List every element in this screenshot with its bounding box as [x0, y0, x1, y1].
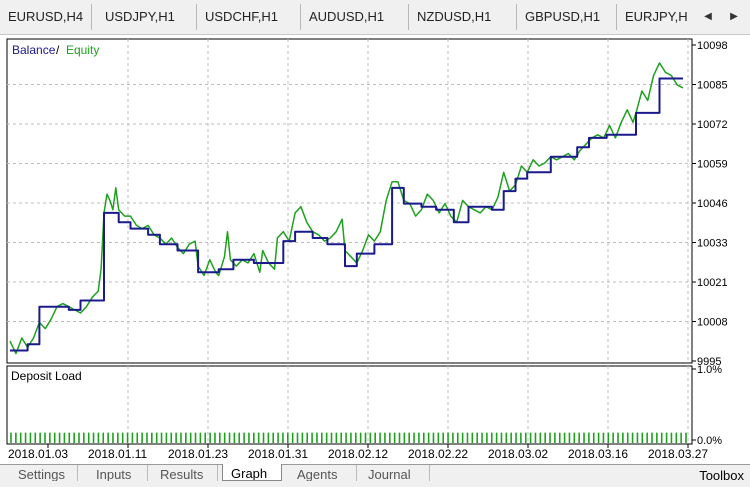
- y-tick-label: 10059: [697, 159, 728, 171]
- arrow-right-icon[interactable]: ▶: [726, 8, 742, 26]
- tab-symbol-3[interactable]: AUDUSD,H1: [301, 4, 409, 30]
- tab-agents[interactable]: Agents: [289, 465, 357, 481]
- arrow-left-icon[interactable]: ◀: [700, 8, 716, 26]
- legend-balance: Balance: [12, 43, 56, 57]
- load-tick-label: 0.0%: [697, 435, 722, 447]
- symbol-tab-bar: EURUSD,H4 USDJPY,H1 USDCHF,H1 AUDUSD,H1 …: [0, 0, 750, 34]
- bottom-tab-bar: Settings Inputs Results Graph Agents Jou…: [0, 464, 750, 483]
- tab-symbol-1[interactable]: USDJPY,H1: [97, 4, 197, 30]
- x-tick-label: 2018.02.22: [408, 447, 468, 461]
- legend-equity: Equity: [66, 43, 99, 57]
- tab-settings[interactable]: Settings: [10, 465, 78, 481]
- tab-inputs[interactable]: Inputs: [88, 465, 148, 481]
- deposit-load-title: Deposit Load: [11, 369, 82, 383]
- chart-canvas[interactable]: 10098 10085 10072 10059 10046 10033 10021 10008…: [0, 35, 750, 465]
- x-tick-label: 2018.03.02: [488, 447, 548, 461]
- y-tick-label: 10021: [697, 277, 728, 289]
- x-tick-label: 2018.01.23: [168, 447, 228, 461]
- tab-journal[interactable]: Journal: [360, 465, 430, 481]
- tab-results[interactable]: Results: [152, 465, 218, 481]
- tab-graph[interactable]: Graph: [222, 464, 282, 481]
- load-tick-label: 1.0%: [697, 364, 722, 376]
- load-plot-frame: [6, 365, 693, 445]
- y-tick-label: 10098: [697, 40, 728, 52]
- x-tick-label: 2018.02.12: [328, 447, 388, 461]
- tab-symbol-5[interactable]: GBPUSD,H1: [517, 4, 617, 30]
- tester-graph: 10098 10085 10072 10059 10046 10033 10021 10008…: [0, 34, 750, 465]
- y-tick-label: 10008: [697, 317, 728, 329]
- x-tick-label: 2018.01.31: [248, 447, 308, 461]
- x-tick-label: 2018.01.03: [8, 447, 68, 461]
- y-tick-label: 10085: [697, 80, 728, 92]
- y-tick-label: 10072: [697, 119, 728, 131]
- y-tick-label: 10033: [697, 238, 728, 250]
- y-tick-label: 10046: [697, 198, 728, 210]
- x-tick-label: 2018.03.27: [648, 447, 708, 461]
- tab-symbol-6[interactable]: EURJPY,H: [617, 4, 695, 30]
- tab-symbol-4[interactable]: NZDUSD,H1: [409, 4, 517, 30]
- tab-symbol-0[interactable]: EURUSD,H4: [0, 4, 92, 30]
- tab-symbol-2[interactable]: USDCHF,H1: [197, 4, 301, 30]
- x-tick-label: 2018.03.16: [568, 447, 628, 461]
- x-tick-label: 2018.01.11: [88, 447, 147, 461]
- toolbox-label[interactable]: Toolbox: [699, 465, 744, 483]
